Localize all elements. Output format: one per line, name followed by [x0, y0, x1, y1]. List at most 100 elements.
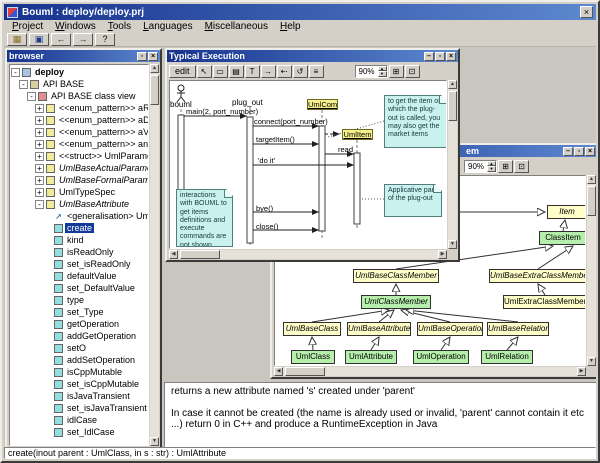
collapse-icon[interactable]: - [11, 68, 20, 77]
tree-item-kind[interactable]: kind [10, 234, 148, 246]
tree-item-enum-pattern-avisibility[interactable]: +<<enum_pattern>> aVisibility [10, 126, 148, 138]
scroll-left-icon[interactable]: ◀ [274, 367, 283, 376]
class-box-umlattribute[interactable]: UmlAttribute [345, 350, 397, 364]
generalisation-line[interactable] [379, 310, 394, 322]
generalisation-line[interactable] [312, 337, 313, 350]
tree-item-getoperation[interactable]: getOperation [10, 318, 148, 330]
generalisation-line[interactable] [406, 310, 518, 322]
object-box-umlitem[interactable]: UmlItem [342, 129, 373, 140]
seq-window-titlebar[interactable]: Typical Execution – ▫ × [167, 50, 458, 62]
sequence-diagram-window[interactable]: Typical Execution – ▫ × edit ↖▭▤T→⇠↺≡ 90… [165, 48, 460, 262]
scroll-left-icon[interactable]: ◀ [169, 250, 178, 259]
class-box-umlbaseextraclassmember[interactable]: UmlBaseExtraClassMember [489, 269, 586, 283]
expand-icon[interactable]: + [35, 128, 44, 137]
expand-icon[interactable]: + [35, 152, 44, 161]
scroll-thumb[interactable] [180, 250, 220, 259]
class-box-item[interactable]: Item [547, 205, 586, 219]
tree-item-isjavatransient[interactable]: isJavaTransient [10, 390, 148, 402]
menu-languages[interactable]: Languages [137, 21, 199, 32]
tree-item-struct-umlparameter[interactable]: +<<struct>> UmlParameter [10, 150, 148, 162]
continuation-tool-icon[interactable]: ≡ [309, 65, 324, 78]
scroll-up-icon[interactable]: ▲ [150, 64, 159, 73]
close-button[interactable]: × [580, 6, 593, 18]
scroll-track[interactable] [587, 184, 596, 357]
tree-item-umlbaseformalparameter[interactable]: +UmlBaseFormalParameter [10, 174, 148, 186]
generalisation-line[interactable] [312, 310, 389, 322]
generalisation-line[interactable] [538, 284, 545, 295]
class-box-umlclassmember[interactable]: UmlClassMember [361, 295, 431, 309]
menu-miscellaneous[interactable]: Miscellaneous [199, 21, 274, 32]
scroll-thumb[interactable] [150, 75, 159, 105]
expand-icon[interactable]: + [35, 116, 44, 125]
menu-windows[interactable]: Windows [49, 21, 102, 32]
class-box-classitem[interactable]: ClassItem [539, 231, 586, 245]
expand-icon[interactable]: + [35, 104, 44, 113]
tree-item-iscppmutable[interactable]: isCppMutable [10, 366, 148, 378]
scroll-down-icon[interactable]: ▼ [150, 437, 159, 446]
tree-item-enum-pattern-anitemkin[interactable]: +<<enum_pattern>> anItemKin [10, 138, 148, 150]
class-box-umlbaseclassmember[interactable]: UmlBaseClassMember [353, 269, 439, 283]
spin-down-icon[interactable]: ▼ [378, 71, 387, 77]
browser-window[interactable]: browser ▫ × -deploy-API BASE-API BASE cl… [5, 48, 162, 447]
close-button[interactable]: × [585, 147, 595, 156]
scroll-thumb[interactable] [587, 186, 596, 216]
minimize-button[interactable]: – [424, 52, 434, 61]
description-panel[interactable]: returns a new attribute named 's' create… [164, 382, 596, 447]
class-box-umlextraclassmember[interactable]: UmlExtraClassMember [503, 295, 586, 309]
tree-item-create[interactable]: create [10, 222, 148, 234]
scroll-thumb[interactable] [285, 367, 325, 376]
maximize-button[interactable]: ▫ [435, 52, 445, 61]
title-bar[interactable]: Bouml : deploy/deploy.prj × [4, 4, 596, 20]
fit-window-icon[interactable]: ⊞ [498, 160, 513, 173]
optimal-scale-icon[interactable]: ⊡ [405, 65, 420, 78]
scroll-track[interactable] [283, 367, 577, 376]
tree-item-defaultvalue[interactable]: defaultValue [10, 270, 148, 282]
seq-vertical-scrollbar[interactable]: ▲▼ [448, 80, 457, 249]
fit-window-icon[interactable]: ⊞ [389, 65, 404, 78]
navigate-left-icon[interactable]: ← [51, 33, 71, 46]
tree-item-set-type[interactable]: set_Type [10, 306, 148, 318]
collapse-icon[interactable]: - [35, 200, 44, 209]
tree-item-addgetoperation[interactable]: addGetOperation [10, 330, 148, 342]
fragment-tool-icon[interactable]: ▭ [213, 65, 228, 78]
class-box-umlbaseattribute[interactable]: UmlBaseAttribute [347, 322, 411, 336]
scroll-track[interactable] [178, 250, 438, 259]
sequence-diagram-canvas[interactable]: boumlplug_outUmlComUmlItemmain(2, port_n… [169, 80, 447, 249]
close-button[interactable]: × [148, 52, 158, 61]
zoom-spinbox[interactable]: 90% ▲ ▼ [464, 160, 497, 173]
scroll-down-icon[interactable]: ▼ [587, 357, 596, 366]
browser-tree[interactable]: -deploy-API BASE-API BASE class view+<<e… [9, 64, 149, 446]
tree-item-umlbaseattribute[interactable]: -UmlBaseAttribute [10, 198, 148, 210]
note[interactable]: to get the item on which the plug-out is… [384, 95, 447, 148]
package-icon[interactable]: ▦ [7, 33, 27, 46]
save-icon[interactable]: ▣ [29, 33, 49, 46]
tree-item-set-defaultvalue[interactable]: set_DefaultValue [10, 282, 148, 294]
note[interactable]: Applicative part of the plug-out [384, 184, 442, 217]
return-message-tool-icon[interactable]: ⇠ [277, 65, 292, 78]
scroll-right-icon[interactable]: ▶ [577, 367, 586, 376]
tree-item-umltypespec[interactable]: +UmlTypeSpec [10, 186, 148, 198]
scroll-track[interactable] [150, 73, 159, 437]
self-message-tool-icon[interactable]: ↺ [293, 65, 308, 78]
note-tool-icon[interactable]: ▤ [229, 65, 244, 78]
class-box-umlbaseclass[interactable]: UmlBaseClass [283, 322, 341, 336]
tree-item-addsetoperation[interactable]: addSetOperation [10, 354, 148, 366]
edit-menu-button[interactable]: edit [169, 65, 196, 78]
expand-icon[interactable]: + [35, 188, 44, 197]
minimize-button[interactable]: – [563, 147, 573, 156]
tree-item-seto[interactable]: setO [10, 342, 148, 354]
tree-item-set-isjavatransient[interactable]: set_isJavaTransient [10, 402, 148, 414]
tree-item-deploy[interactable]: -deploy [10, 66, 148, 78]
generalisation-line[interactable] [538, 246, 573, 269]
tree-item-set-iscppmutable[interactable]: set_isCppMutable [10, 378, 148, 390]
class-horizontal-scrollbar[interactable]: ◀▶ [274, 367, 586, 376]
navigate-right-icon[interactable]: → [73, 33, 93, 46]
tree-item-enum-pattern-adirection[interactable]: +<<enum_pattern>> aDirection [10, 114, 148, 126]
menu-project[interactable]: Project [6, 21, 49, 32]
close-button[interactable]: × [446, 52, 456, 61]
scroll-down-icon[interactable]: ▼ [448, 240, 457, 249]
class-vertical-scrollbar[interactable]: ▲▼ [587, 175, 596, 366]
scroll-right-icon[interactable]: ▶ [438, 250, 447, 259]
collapse-icon[interactable]: - [27, 92, 36, 101]
help-icon[interactable]: ? [95, 33, 115, 46]
